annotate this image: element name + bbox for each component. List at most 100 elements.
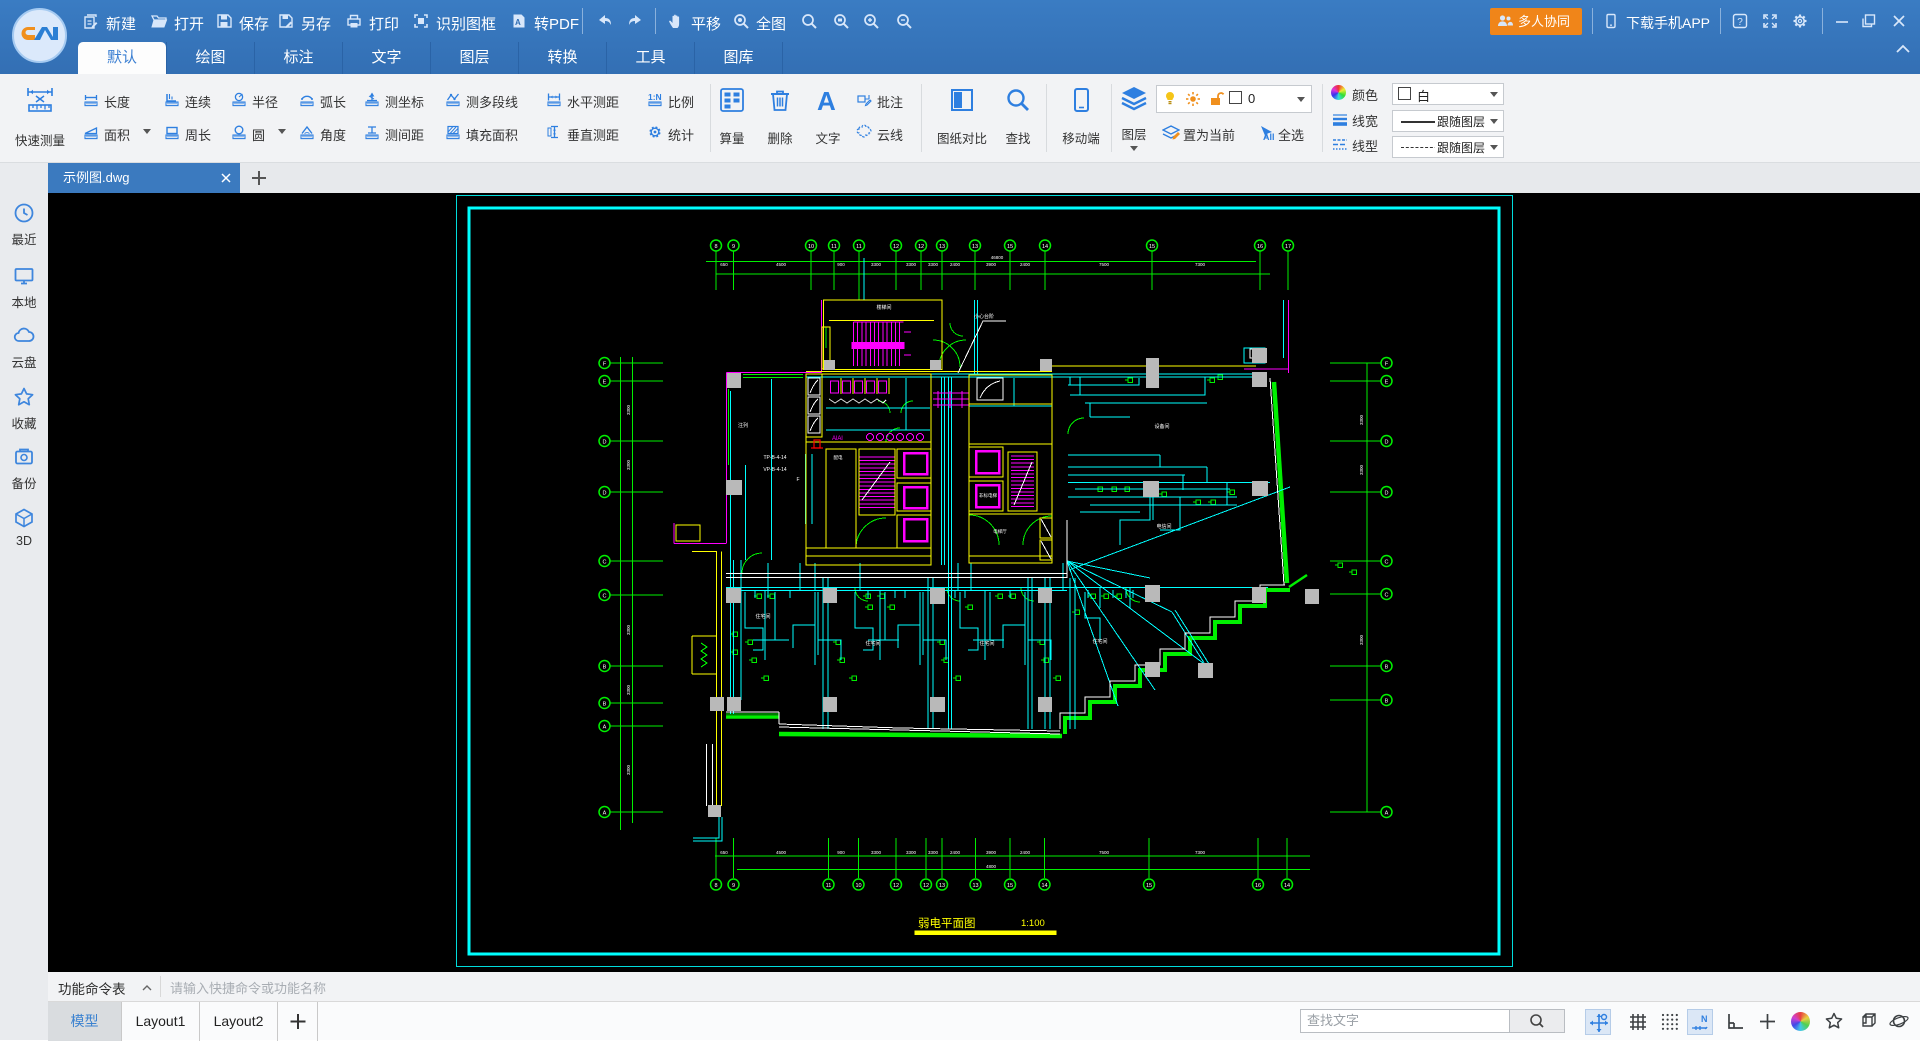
- svg-text:8: 8: [714, 883, 717, 889]
- svg-text:900: 900: [837, 850, 845, 855]
- svg-text:E: E: [603, 380, 607, 386]
- svg-text:A: A: [603, 725, 607, 731]
- svg-text:13: 13: [939, 244, 945, 250]
- svg-text:3300: 3300: [906, 850, 917, 855]
- svg-text:E: E: [1385, 380, 1389, 386]
- svg-text:9: 9: [732, 883, 735, 889]
- svg-text:电梯厅: 电梯厅: [993, 528, 1007, 535]
- svg-text:注列: 注列: [738, 422, 748, 429]
- svg-text:15: 15: [1007, 244, 1013, 250]
- svg-text:4500: 4500: [776, 850, 787, 855]
- svg-text:D: D: [1385, 491, 1389, 497]
- svg-text:16: 16: [1257, 244, 1263, 250]
- svg-text:2400: 2400: [1020, 262, 1031, 267]
- svg-text:11: 11: [856, 244, 862, 250]
- svg-text:设备间: 设备间: [1154, 423, 1169, 430]
- svg-text:3300: 3300: [1359, 634, 1364, 645]
- svg-text:3300: 3300: [928, 262, 939, 267]
- svg-text:3300: 3300: [626, 459, 631, 470]
- svg-text:3300: 3300: [626, 404, 631, 415]
- svg-text:4800: 4800: [986, 864, 997, 869]
- svg-text:F: F: [603, 362, 607, 368]
- svg-text:12: 12: [923, 883, 929, 889]
- svg-text:3300: 3300: [626, 624, 631, 635]
- svg-text:3900: 3900: [986, 850, 997, 855]
- svg-text:3300: 3300: [1359, 414, 1364, 425]
- svg-text:A: A: [817, 86, 836, 114]
- svg-text:10: 10: [808, 244, 814, 250]
- svg-text:11: 11: [826, 883, 832, 889]
- svg-text:All: All: [1263, 132, 1275, 142]
- svg-text:?: ?: [1737, 17, 1743, 28]
- svg-text:14: 14: [1284, 883, 1290, 889]
- svg-text:12: 12: [893, 244, 899, 250]
- svg-text:F: F: [796, 477, 799, 483]
- svg-text:TP-B-4-14: TP-B-4-14: [763, 455, 786, 461]
- svg-text:3300: 3300: [626, 684, 631, 695]
- svg-text:A: A: [515, 18, 521, 27]
- svg-text:15: 15: [1149, 244, 1155, 250]
- svg-text:B: B: [1385, 665, 1389, 671]
- svg-text:D: D: [603, 491, 607, 497]
- svg-text:B: B: [603, 702, 607, 708]
- svg-text:3900: 3900: [986, 262, 997, 267]
- svg-text:4500: 4500: [776, 262, 787, 267]
- svg-text:3300: 3300: [906, 262, 917, 267]
- svg-text:7300: 7300: [1195, 850, 1206, 855]
- svg-text:A: A: [603, 811, 607, 817]
- svg-text:14: 14: [1041, 883, 1047, 889]
- svg-text:弱电平面图: 弱电平面图: [918, 917, 976, 930]
- svg-text:C: C: [1385, 593, 1389, 599]
- svg-text:3300: 3300: [871, 850, 882, 855]
- svg-text:1:N: 1:N: [648, 92, 662, 102]
- svg-text:B: B: [1385, 699, 1389, 705]
- svg-text:C: C: [603, 560, 607, 566]
- svg-text:2400: 2400: [1020, 850, 1031, 855]
- svg-text:14: 14: [1042, 244, 1048, 250]
- svg-text:D: D: [603, 440, 607, 446]
- svg-text:7300: 7300: [1195, 262, 1206, 267]
- svg-text:12: 12: [918, 244, 924, 250]
- svg-text:15: 15: [1007, 883, 1013, 889]
- svg-text:16: 16: [1255, 883, 1261, 889]
- svg-text:配电: 配电: [834, 454, 843, 461]
- svg-text:2400: 2400: [950, 850, 961, 855]
- svg-text:VP-B-4-14: VP-B-4-14: [763, 467, 787, 473]
- svg-text:B: B: [603, 665, 607, 671]
- svg-text:电信间: 电信间: [1156, 523, 1171, 530]
- svg-text:15: 15: [1146, 883, 1152, 889]
- svg-text:3300: 3300: [1359, 464, 1364, 475]
- svg-text:8: 8: [714, 244, 717, 250]
- svg-text:13: 13: [939, 883, 945, 889]
- svg-text:住宅间: 住宅间: [865, 640, 880, 647]
- svg-text:D: D: [1385, 440, 1389, 446]
- svg-text:7500: 7500: [1099, 262, 1110, 267]
- svg-text:900: 900: [837, 262, 845, 267]
- svg-text:12: 12: [893, 883, 899, 889]
- svg-text:楼梯间: 楼梯间: [876, 304, 891, 311]
- svg-text:650: 650: [720, 262, 728, 267]
- svg-text:2400: 2400: [950, 262, 961, 267]
- svg-text:住宅间: 住宅间: [755, 613, 770, 620]
- svg-text:住宅间: 住宅间: [1092, 638, 1107, 645]
- svg-text:13: 13: [972, 883, 978, 889]
- svg-text:A: A: [1385, 811, 1389, 817]
- svg-text:1:100: 1:100: [1021, 918, 1045, 929]
- svg-text:C: C: [1385, 560, 1389, 566]
- svg-text:非标电梯: 非标电梯: [979, 492, 997, 499]
- svg-text:3300: 3300: [871, 262, 882, 267]
- svg-text:11: 11: [831, 244, 837, 250]
- svg-text:3300: 3300: [626, 764, 631, 775]
- svg-text:17: 17: [1285, 244, 1291, 250]
- svg-text:9: 9: [732, 244, 735, 250]
- svg-text:C: C: [603, 594, 607, 600]
- svg-text:住宅间: 住宅间: [979, 640, 994, 647]
- svg-text:650: 650: [720, 850, 728, 855]
- svg-text:10: 10: [855, 883, 861, 889]
- svg-text:N: N: [1701, 1014, 1708, 1024]
- svg-text:46800: 46800: [991, 255, 1004, 260]
- svg-text:AlAl: AlAl: [832, 436, 843, 442]
- svg-text:13: 13: [972, 244, 978, 250]
- svg-text:7500: 7500: [1099, 850, 1110, 855]
- svg-text:F: F: [1385, 362, 1389, 368]
